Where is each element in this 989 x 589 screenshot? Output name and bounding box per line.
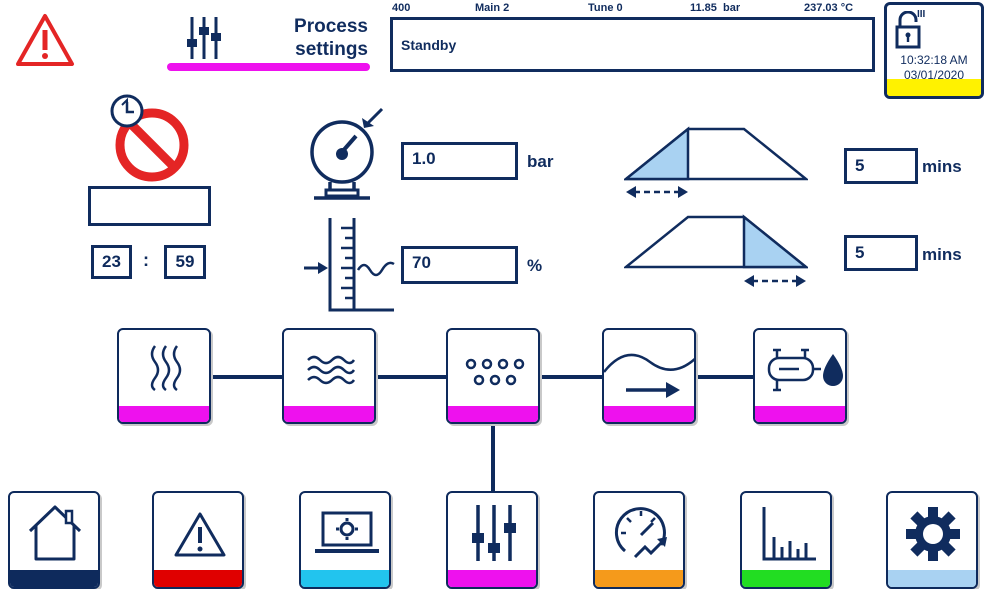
status-display: Standby xyxy=(390,17,875,72)
page-title-line1: Process xyxy=(294,16,368,37)
page-title-line2: settings xyxy=(295,39,368,60)
process-step-heat[interactable] xyxy=(117,328,211,424)
process-step-water[interactable] xyxy=(282,328,376,424)
nav-home-button[interactable] xyxy=(8,491,100,589)
dots-grid-icon xyxy=(464,356,526,388)
trends-chart-icon xyxy=(758,503,818,563)
ramp-down-time-value: 5 xyxy=(855,243,865,262)
nav-alarms-bar xyxy=(154,570,242,587)
pressure-setpoint-value: 1.0 xyxy=(412,149,436,168)
performance-gauge-icon xyxy=(611,503,671,563)
process-step-water-bar xyxy=(284,406,374,422)
ramp-up-unit: mins xyxy=(922,157,962,176)
process-step-dosing[interactable] xyxy=(446,328,540,424)
hours-value: 23 xyxy=(102,252,121,271)
nav-performance-bar xyxy=(595,570,683,587)
ramp-up-time-value: 5 xyxy=(855,156,865,175)
ramp-up-icon xyxy=(624,125,808,201)
process-step-flow[interactable] xyxy=(602,328,696,424)
schedule-name-field[interactable] xyxy=(88,186,211,226)
system-screen-icon xyxy=(313,509,381,557)
nav-alarms-button[interactable] xyxy=(152,491,244,589)
pressure-setpoint-field[interactable]: 1.0 xyxy=(401,142,518,180)
lock-panel[interactable]: III 10:32:18 AM 03/01/2020 xyxy=(884,2,984,99)
nav-settings-bar xyxy=(888,570,976,587)
process-step-exchanger[interactable] xyxy=(753,328,847,424)
time-separator: : xyxy=(143,250,149,270)
pressure-gauge-icon xyxy=(304,106,388,206)
gear-icon xyxy=(904,505,962,563)
ramp-up-time-field[interactable]: 5 xyxy=(844,148,918,184)
machine-code: 400 xyxy=(392,2,411,14)
page-title-underline xyxy=(167,63,370,71)
process-settings-header-icon xyxy=(186,15,222,61)
tune-value: Tune 0 xyxy=(588,2,623,14)
nav-system-bar xyxy=(301,570,389,587)
ramp-down-unit: mins xyxy=(922,245,962,264)
level-unit: % xyxy=(527,256,543,275)
main-program: Main 2 xyxy=(475,2,510,14)
alarm-icon xyxy=(174,511,226,559)
nav-performance-button[interactable] xyxy=(593,491,685,589)
heat-exchanger-icon xyxy=(763,346,843,394)
nav-process-bar xyxy=(448,570,536,587)
process-step-flow-bar xyxy=(604,406,694,422)
clock-time: 10:32:18 AM xyxy=(900,53,968,67)
lock-status-bar xyxy=(887,79,981,96)
schedule-name-value xyxy=(91,193,99,212)
pressure-unit: bar xyxy=(527,152,554,171)
nav-trends-bar xyxy=(742,570,830,587)
status-text: Standby xyxy=(401,37,457,53)
minutes-value: 59 xyxy=(175,252,195,271)
process-step-heat-bar xyxy=(119,406,209,422)
page-title: Process settings xyxy=(262,15,368,61)
water-waves-icon xyxy=(306,352,356,388)
timer-disabled-icon[interactable] xyxy=(106,93,202,183)
nav-trends-button[interactable] xyxy=(740,491,832,589)
hours-field[interactable]: 23 xyxy=(91,245,132,279)
process-step-exchanger-bar xyxy=(755,406,845,422)
ramp-down-icon xyxy=(624,213,808,293)
nav-system-button[interactable] xyxy=(299,491,391,589)
nav-home-bar xyxy=(10,570,98,587)
flow-arrow-icon xyxy=(604,336,694,408)
alarm-warning-icon[interactable] xyxy=(14,12,76,68)
ramp-down-time-field[interactable]: 5 xyxy=(844,235,918,271)
nav-process-button[interactable] xyxy=(446,491,538,589)
nav-settings-button[interactable] xyxy=(886,491,978,589)
level-setpoint-field[interactable]: 70 xyxy=(401,246,518,284)
home-icon xyxy=(26,503,84,563)
sliders-icon xyxy=(470,503,518,563)
pressure-readout: 11.85 bar xyxy=(690,2,741,14)
tank-level-icon xyxy=(300,214,402,314)
lock-level: III xyxy=(917,9,926,20)
heat-icon xyxy=(147,344,185,392)
level-setpoint-value: 70 xyxy=(412,253,431,272)
temperature-readout: 237.03 °C xyxy=(804,2,854,14)
process-step-dosing-bar xyxy=(448,406,538,422)
process-to-nav-connector xyxy=(491,424,495,492)
minutes-field[interactable]: 59 xyxy=(164,245,206,279)
